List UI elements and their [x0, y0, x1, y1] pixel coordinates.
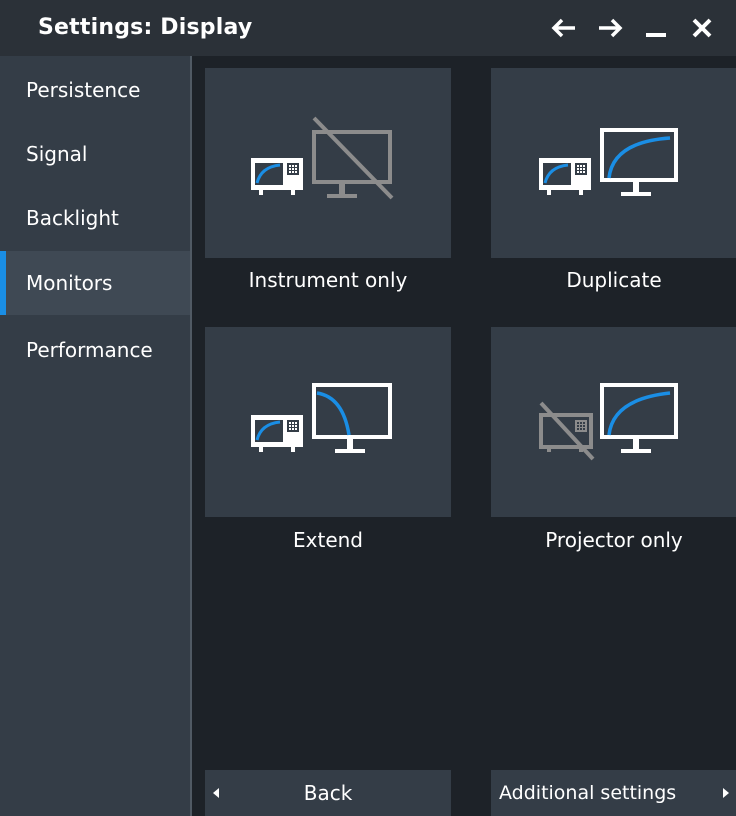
option-label: Projector only — [545, 528, 683, 552]
sidebar-item-label: Persistence — [26, 78, 141, 102]
additional-settings-button[interactable]: Additional settings — [491, 770, 736, 816]
duplicate-display-icon — [539, 128, 678, 196]
forward-nav-button[interactable] — [592, 10, 628, 46]
sidebar-item-signal[interactable]: Signal — [0, 122, 190, 186]
minimize-icon — [646, 33, 666, 37]
sidebar-item-label: Signal — [26, 142, 88, 166]
sidebar: Persistence Signal Backlight Monitors Pe… — [0, 56, 190, 816]
duplicate-option[interactable] — [491, 68, 736, 258]
arrow-right-icon — [599, 18, 623, 38]
caret-right-icon — [723, 788, 729, 798]
minimize-button[interactable] — [638, 10, 674, 46]
sidebar-item-monitors[interactable]: Monitors — [0, 251, 190, 315]
additional-settings-label: Additional settings — [499, 782, 677, 804]
back-button-label: Back — [303, 781, 353, 805]
sidebar-item-backlight[interactable]: Backlight — [0, 186, 190, 250]
title-bar: Settings: Display — [0, 0, 736, 56]
sidebar-item-label: Backlight — [26, 206, 119, 230]
projector-only-option[interactable] — [491, 327, 736, 517]
option-label: Instrument only — [248, 268, 408, 292]
option-label: Duplicate — [566, 268, 662, 292]
instrument-only-icon — [251, 116, 394, 200]
sidebar-item-label: Performance — [26, 338, 153, 362]
sidebar-item-performance[interactable]: Performance — [0, 318, 190, 382]
sidebar-item-persistence[interactable]: Persistence — [0, 58, 190, 122]
back-nav-button[interactable] — [546, 10, 582, 46]
arrow-left-icon — [551, 18, 575, 38]
window-title: Settings: Display — [38, 15, 253, 40]
sidebar-item-label: Monitors — [26, 271, 113, 295]
extend-display-icon — [251, 383, 392, 453]
back-button[interactable]: Back — [205, 770, 451, 816]
option-label: Extend — [293, 528, 363, 552]
extend-option[interactable] — [205, 327, 451, 517]
instrument-only-option[interactable] — [205, 68, 451, 258]
close-icon — [692, 18, 712, 38]
sidebar-divider — [190, 56, 192, 816]
close-button[interactable] — [684, 10, 720, 46]
projector-only-icon — [539, 383, 678, 461]
